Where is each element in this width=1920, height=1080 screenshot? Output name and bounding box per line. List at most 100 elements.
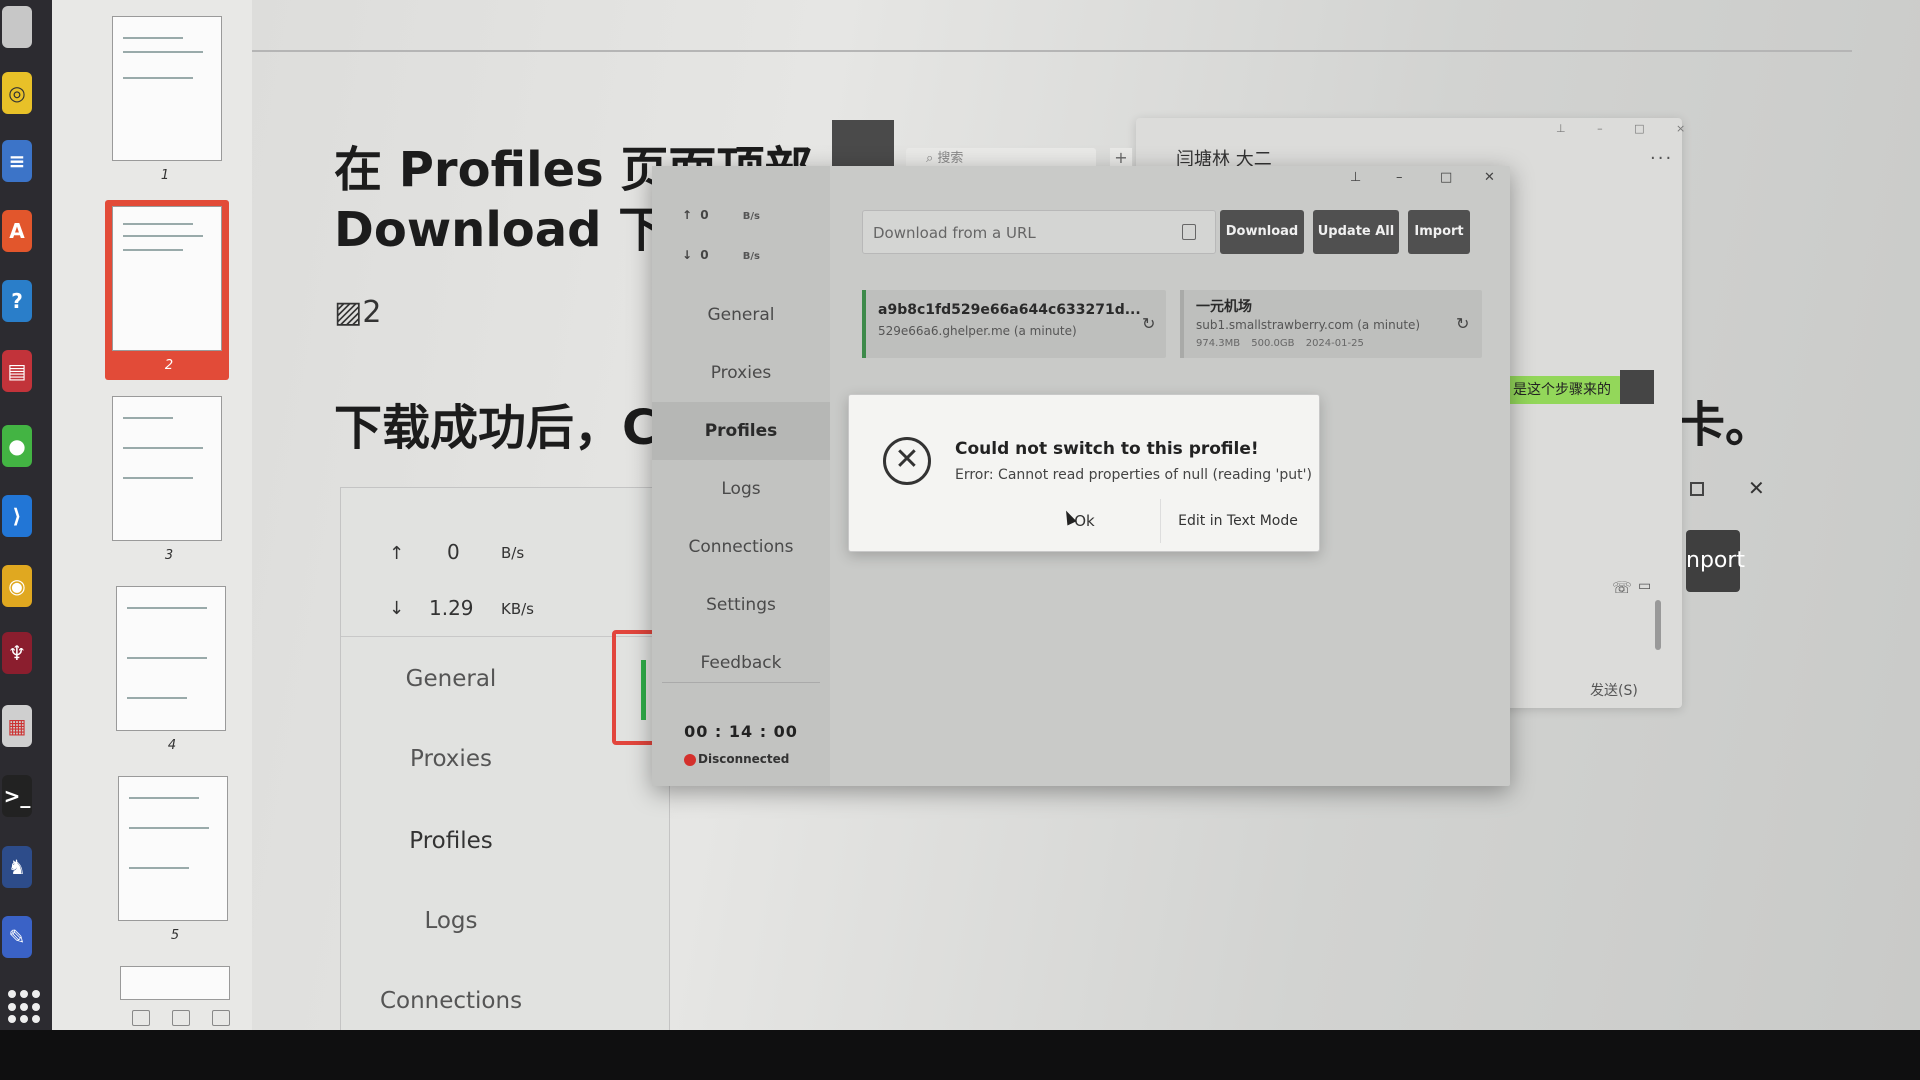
embed-nav-item: Connections bbox=[379, 988, 523, 1014]
dialog-title: Could not switch to this profile! bbox=[955, 439, 1259, 459]
nav-profiles[interactable]: Profiles bbox=[652, 402, 830, 460]
video-call-icon[interactable]: ▭ bbox=[1638, 578, 1651, 594]
software-center-icon[interactable]: A bbox=[2, 210, 32, 252]
divider bbox=[252, 50, 1852, 52]
profile-name: a9b8c1fd529e66a644c633271d... bbox=[878, 302, 1141, 318]
maximize-icon[interactable]: □ bbox=[1440, 170, 1452, 185]
upload-speed: 0 bbox=[447, 540, 460, 564]
download-unit: KB/s bbox=[501, 600, 534, 618]
refresh-icon[interactable]: ↻ bbox=[1456, 314, 1469, 333]
edit-in-text-mode-button[interactable]: Edit in Text Mode bbox=[1163, 499, 1313, 543]
clash-sidebar: ↑ 0 B/s ↓ 0 B/s General Proxies Profiles… bbox=[652, 166, 830, 786]
upload-speed-value: 0 bbox=[700, 208, 709, 222]
nav-general[interactable]: General bbox=[652, 286, 830, 344]
profile-card[interactable]: a9b8c1fd529e66a644c633271d... 529e66a6.g… bbox=[862, 290, 1166, 358]
slide-thumbnail-1[interactable] bbox=[112, 16, 222, 161]
refresh-icon[interactable]: ↻ bbox=[1142, 314, 1155, 333]
ok-button[interactable]: Ok bbox=[1009, 499, 1161, 543]
files-app-icon[interactable] bbox=[2, 6, 32, 48]
edit-icon[interactable] bbox=[172, 1010, 190, 1026]
wine-icon[interactable]: ♆ bbox=[2, 632, 32, 674]
help-icon[interactable]: ? bbox=[2, 280, 32, 322]
phone-icon[interactable]: ☏ bbox=[1612, 578, 1632, 597]
chrome-icon[interactable]: ◉ bbox=[2, 565, 32, 607]
embed-nav-item: Proxies bbox=[410, 746, 492, 772]
download-speed-unit: B/s bbox=[742, 251, 760, 262]
slide-thumbnail-2[interactable] bbox=[112, 206, 222, 351]
ubuntu-dock: ◎ ≡ A ? ▤ ● ⟩ ◉ ♆ ▦ >_ ♞ ✎ bbox=[0, 0, 52, 1045]
writer-icon[interactable]: ≡ bbox=[2, 140, 32, 182]
download-url-input[interactable]: Download from a URL bbox=[862, 210, 1216, 254]
divider bbox=[662, 682, 820, 683]
more-options-button[interactable]: ··· bbox=[1650, 148, 1673, 169]
profile-usage: 974.3MB 500.0GB 2024-01-25 bbox=[1196, 338, 1364, 349]
doc-paragraph: 下载成功后，C bbox=[334, 400, 658, 456]
grid-view-icon[interactable] bbox=[132, 1010, 150, 1026]
import-button-background: nport bbox=[1686, 530, 1745, 592]
rhythmbox-icon[interactable]: ◎ bbox=[2, 72, 32, 114]
nav-settings[interactable]: Settings bbox=[652, 576, 830, 634]
maximize-icon[interactable] bbox=[1690, 482, 1704, 496]
avatar[interactable] bbox=[1620, 370, 1654, 404]
download-button[interactable]: Download bbox=[1220, 210, 1304, 254]
profile-source: sub1.smallstrawberry.com (a minute) bbox=[1196, 318, 1421, 332]
monitor-bezel bbox=[0, 1030, 1920, 1080]
upload-unit: B/s bbox=[501, 544, 525, 562]
nav-logs[interactable]: Logs bbox=[652, 460, 830, 518]
text-editor-icon[interactable]: ✎ bbox=[2, 916, 32, 958]
slide-view-icon[interactable] bbox=[212, 1010, 230, 1026]
download-speed: 1.29 bbox=[429, 596, 474, 620]
search-icon: ⌕ bbox=[926, 151, 938, 166]
slide-thumbnail-panel: 1 2 3 4 5 bbox=[52, 0, 252, 1045]
slide-thumbnail-4[interactable] bbox=[116, 586, 226, 731]
impress-icon[interactable]: ▤ bbox=[2, 350, 32, 392]
close-icon[interactable]: ✕ bbox=[1484, 170, 1495, 185]
slide-number: 2 bbox=[164, 358, 174, 373]
dialog-message: Error: Cannot read properties of null (r… bbox=[955, 467, 1312, 483]
nav-connections[interactable]: Connections bbox=[652, 518, 830, 576]
import-button[interactable]: Import bbox=[1408, 210, 1470, 254]
pin-icon[interactable]: ⊥ bbox=[1350, 170, 1361, 185]
download-arrow-icon: ↓ bbox=[682, 248, 693, 262]
thumbnail-toolbar bbox=[132, 1010, 230, 1026]
doc-paragraph-tail: 卡。 bbox=[1677, 397, 1774, 453]
upload-arrow-icon: ↑ bbox=[389, 543, 405, 564]
uptime-timer: 00 : 14 : 00 bbox=[684, 722, 798, 741]
profile-bar bbox=[1180, 290, 1184, 358]
photographed-screen: ◎ ≡ A ? ▤ ● ⟩ ◉ ♆ ▦ >_ ♞ ✎ 1 2 3 4 5 在 P… bbox=[0, 0, 1920, 1047]
upload-speed-unit: B/s bbox=[742, 211, 760, 222]
slide-thumbnail-5[interactable] bbox=[118, 776, 228, 921]
update-all-button[interactable]: Update All bbox=[1313, 210, 1399, 254]
show-apps-grid-icon[interactable] bbox=[8, 990, 42, 1024]
nav-feedback[interactable]: Feedback bbox=[652, 634, 830, 692]
slide-thumbnail-6[interactable] bbox=[120, 966, 230, 1000]
vscode-icon[interactable]: ⟩ bbox=[2, 495, 32, 537]
download-arrow-icon: ↓ bbox=[389, 598, 405, 619]
close-icon[interactable]: ✕ bbox=[1748, 476, 1765, 500]
slide-thumbnail-3[interactable] bbox=[112, 396, 222, 541]
slide-number: 1 bbox=[160, 168, 170, 183]
connection-status[interactable]: Disconnected bbox=[698, 752, 789, 766]
clash-cat-icon[interactable]: ♞ bbox=[2, 846, 32, 888]
status-dot bbox=[684, 754, 696, 766]
wechat-icon[interactable]: ● bbox=[2, 425, 32, 467]
chat-window-controls[interactable]: ⊥ – □ × bbox=[1556, 122, 1699, 135]
send-button[interactable]: 发送(S) bbox=[1590, 680, 1638, 700]
screenshot-icon[interactable]: ▦ bbox=[2, 705, 32, 747]
embed-nav-item: Logs bbox=[424, 908, 478, 934]
paste-icon[interactable] bbox=[1182, 224, 1196, 240]
embed-nav-item: Profiles bbox=[409, 828, 493, 854]
nav-proxies[interactable]: Proxies bbox=[652, 344, 830, 402]
download-speed-value: 0 bbox=[700, 248, 709, 262]
upload-speed-row: ↑ 0 B/s bbox=[682, 208, 760, 222]
clash-titlebar: ⊥ – □ ✕ bbox=[830, 166, 1510, 190]
slide-number: 4 bbox=[167, 738, 177, 753]
upload-arrow-icon: ↑ bbox=[682, 208, 693, 222]
download-speed-row: ↓ 0 B/s bbox=[682, 248, 760, 262]
scrollbar[interactable] bbox=[1655, 600, 1661, 650]
profile-card[interactable]: 一元机场 sub1.smallstrawberry.com (a minute)… bbox=[1180, 290, 1482, 358]
profile-name: 一元机场 bbox=[1196, 299, 1252, 315]
active-profile-bar bbox=[862, 290, 866, 358]
terminal-icon[interactable]: >_ bbox=[2, 775, 32, 817]
minimize-icon[interactable]: – bbox=[1396, 170, 1403, 185]
